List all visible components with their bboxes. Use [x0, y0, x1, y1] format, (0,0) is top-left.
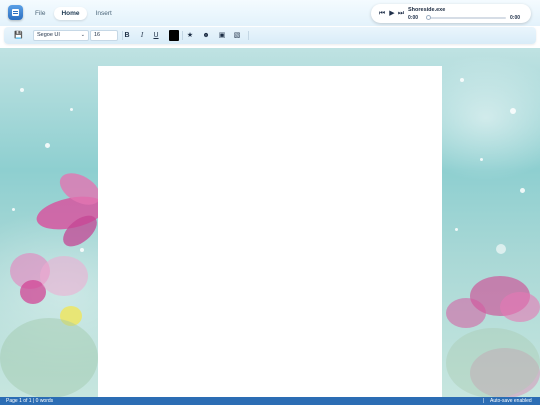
play-icon[interactable]: ▶ [388, 10, 396, 17]
status-divider: | [483, 398, 485, 404]
media-player: ⏮ ▶ ⏭ Shoreside.exe 0:00 0:00 [371, 4, 531, 23]
italic-button[interactable]: I [138, 31, 146, 40]
toolbar-divider [182, 31, 183, 40]
toolbar-divider [248, 31, 249, 40]
star-icon[interactable]: ★ [186, 31, 194, 40]
status-bar: Page 1 of 1 | 0 words | Auto-save enable… [0, 397, 540, 405]
ribbon-tabs: File Home Insert [28, 7, 119, 20]
text-color-swatch[interactable] [169, 30, 179, 41]
seek-handle[interactable] [426, 15, 431, 20]
chevron-down-icon: ⌄ [80, 32, 85, 38]
underline-button[interactable]: U [152, 31, 160, 40]
font-size-input[interactable]: 16 [90, 30, 118, 41]
document-icon[interactable]: ▧ [233, 31, 241, 40]
next-track-icon[interactable]: ⏭ [397, 10, 405, 17]
image-icon[interactable]: ▣ [218, 31, 226, 40]
title-bar: File Home Insert ⏮ ▶ ⏭ Shoreside.exe 0:0… [0, 0, 540, 26]
tab-file[interactable]: File [28, 7, 52, 20]
document-page[interactable] [98, 66, 442, 397]
save-icon[interactable]: 💾 [14, 31, 23, 40]
app-logo-icon[interactable] [8, 5, 23, 20]
autosave-status: Auto-save enabled [490, 398, 532, 404]
track-title: Shoreside.exe [408, 7, 446, 13]
bold-button[interactable]: B [123, 31, 131, 40]
current-time: 0:00 [408, 15, 419, 21]
previous-track-icon[interactable]: ⏮ [378, 10, 386, 17]
formatting-toolbar: 💾 Segoe UI ⌄ 16 B I U ★ ☻ ▣ ▧ [4, 27, 536, 44]
duration-time: 0:00 [510, 15, 521, 21]
tab-home[interactable]: Home [54, 7, 87, 20]
emoji-icon[interactable]: ☻ [202, 31, 210, 40]
seek-bar[interactable] [426, 17, 506, 19]
font-family-value: Segoe UI [37, 32, 60, 38]
page-word-count: Page 1 of 1 | 0 words [6, 398, 54, 404]
tab-insert[interactable]: Insert [89, 7, 119, 20]
font-family-select[interactable]: Segoe UI ⌄ [33, 30, 89, 41]
